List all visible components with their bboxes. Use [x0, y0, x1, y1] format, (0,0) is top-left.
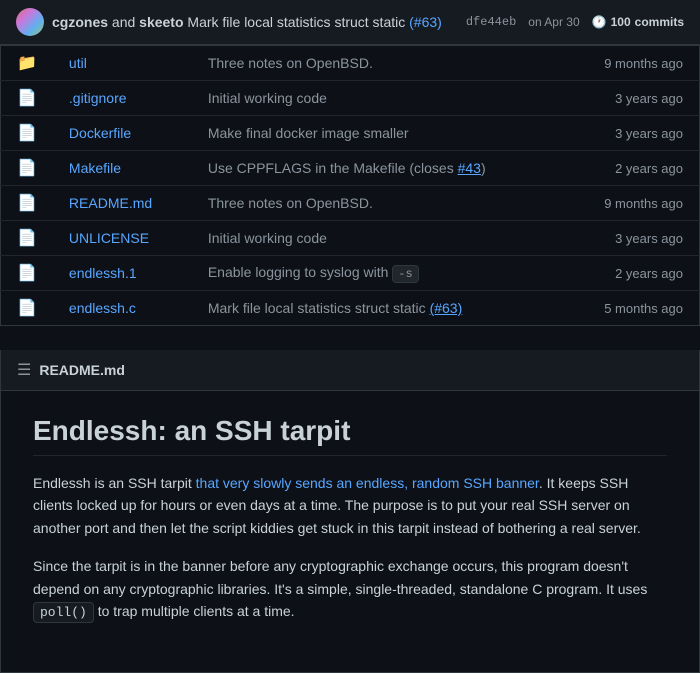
table-row: 📄 UNLICENSE Initial working code 3 years ag…: [1, 221, 700, 256]
commit-date: on Apr 30: [528, 15, 579, 29]
folder-icon: 📁: [17, 55, 37, 72]
file-icon: 📄: [17, 90, 37, 107]
table-row: 📄 Makefile Use CPPFLAGS in the Makefile (c…: [1, 151, 700, 186]
commit-message: Three notes on OpenBSD.: [192, 46, 565, 81]
issue-link[interactable]: (#63): [430, 300, 463, 316]
file-time: 3 years ago: [565, 221, 699, 256]
file-name[interactable]: endlessh.1: [69, 265, 137, 281]
avatar: [16, 8, 44, 36]
commit-message: Initial working code: [192, 221, 565, 256]
message-text: Use CPPFLAGS in the Makefile (closes: [208, 160, 458, 176]
commit-meta: dfe44eb on Apr 30 🕐 100 commits: [466, 15, 684, 29]
list-icon: ☰: [17, 360, 31, 380]
para1-before: Endlessh is an SSH tarpit: [33, 475, 196, 491]
file-time: 3 years ago: [565, 116, 699, 151]
commit-message: Enable logging to syslog with -s: [192, 256, 565, 291]
readme-body: Endlessh: an SSH tarpit Endlessh is an S…: [0, 391, 700, 673]
file-time: 9 months ago: [565, 46, 699, 81]
file-time: 5 months ago: [565, 291, 699, 326]
readme-paragraph2: Since the tarpit is in the banner before…: [33, 555, 667, 624]
commit-message: Use CPPFLAGS in the Makefile (closes #43…: [192, 151, 565, 186]
commit-message: Initial working code: [192, 81, 565, 116]
file-icon: 📄: [17, 125, 37, 142]
message-text: Make final docker image smaller: [208, 125, 409, 141]
file-icon: 📄: [17, 195, 37, 212]
author1-link[interactable]: cgzones: [52, 14, 108, 30]
file-name[interactable]: README.md: [69, 195, 152, 211]
file-icon: 📄: [17, 230, 37, 247]
message-text: Initial working code: [208, 230, 327, 246]
message-suffix: ): [481, 160, 486, 176]
commit-message: Three notes on OpenBSD.: [192, 186, 565, 221]
commit-authors: cgzones and skeeto Mark file local stati…: [52, 14, 466, 30]
message-text: Mark file local statistics struct static: [208, 300, 430, 316]
para2-code: poll(): [33, 602, 94, 623]
file-name[interactable]: endlessh.c: [69, 300, 136, 316]
file-name[interactable]: UNLICENSE: [69, 230, 149, 246]
author2-link[interactable]: skeeto: [139, 14, 183, 30]
commit-badge: -s: [392, 265, 418, 283]
table-row: 📄 .gitignore Initial working code 3 years a…: [1, 81, 700, 116]
message-text: Three notes on OpenBSD.: [208, 195, 373, 211]
file-time: 9 months ago: [565, 186, 699, 221]
file-icon: 📄: [17, 300, 37, 317]
file-time: 2 years ago: [565, 256, 699, 291]
para2-after: to trap multiple clients at a time.: [94, 603, 295, 619]
issue-link[interactable]: #43: [458, 160, 481, 176]
commits-label: commits: [635, 15, 684, 29]
file-time: 2 years ago: [565, 151, 699, 186]
file-name[interactable]: util: [69, 55, 87, 71]
commits-count: 100: [611, 15, 631, 29]
file-icon: 📄: [17, 265, 37, 282]
para2-text: Since the tarpit is in the banner before…: [33, 558, 647, 596]
commit-bar: cgzones and skeeto Mark file local stati…: [0, 0, 700, 45]
table-row: 📄 endlessh.1 Enable logging to syslog with…: [1, 256, 700, 291]
table-row: 📁 util Three notes on OpenBSD. 9 months ago: [1, 46, 700, 81]
para1-link[interactable]: that very slowly sends an endless, rando…: [196, 475, 539, 491]
message-text: Initial working code: [208, 90, 327, 106]
file-icon: 📄: [17, 160, 37, 177]
issue-ref[interactable]: (#63): [409, 14, 442, 30]
table-row: 📄 README.md Three notes on OpenBSD. 9 month…: [1, 186, 700, 221]
file-name[interactable]: .gitignore: [69, 90, 127, 106]
commit-message: Mark file local statistics struct static…: [192, 291, 565, 326]
readme-paragraph1: Endlessh is an SSH tarpit that very slow…: [33, 472, 667, 539]
commit-hash[interactable]: dfe44eb: [466, 15, 516, 29]
conjunction: and: [112, 14, 139, 30]
message-text: Enable logging to syslog with: [208, 264, 392, 280]
file-table: 📁 util Three notes on OpenBSD. 9 months ago…: [0, 45, 700, 326]
commits-count-group: 🕐 100 commits: [592, 15, 684, 29]
message-text: Three notes on OpenBSD.: [208, 55, 373, 71]
readme-section-title: README.md: [39, 362, 125, 378]
para1-link-text: that very slowly sends an endless, rando…: [196, 475, 539, 491]
table-row: 📄 Dockerfile Make final docker image small…: [1, 116, 700, 151]
commit-message-text: Mark file local statistics struct static: [187, 14, 409, 30]
file-name[interactable]: Dockerfile: [69, 125, 131, 141]
readme-h1: Endlessh: an SSH tarpit: [33, 415, 667, 456]
file-name[interactable]: Makefile: [69, 160, 121, 176]
commit-message: Make final docker image smaller: [192, 116, 565, 151]
history-icon: 🕐: [592, 15, 607, 29]
table-row: 📄 endlessh.c Mark file local statistics st…: [1, 291, 700, 326]
readme-header: ☰ README.md: [0, 350, 700, 391]
file-time: 3 years ago: [565, 81, 699, 116]
